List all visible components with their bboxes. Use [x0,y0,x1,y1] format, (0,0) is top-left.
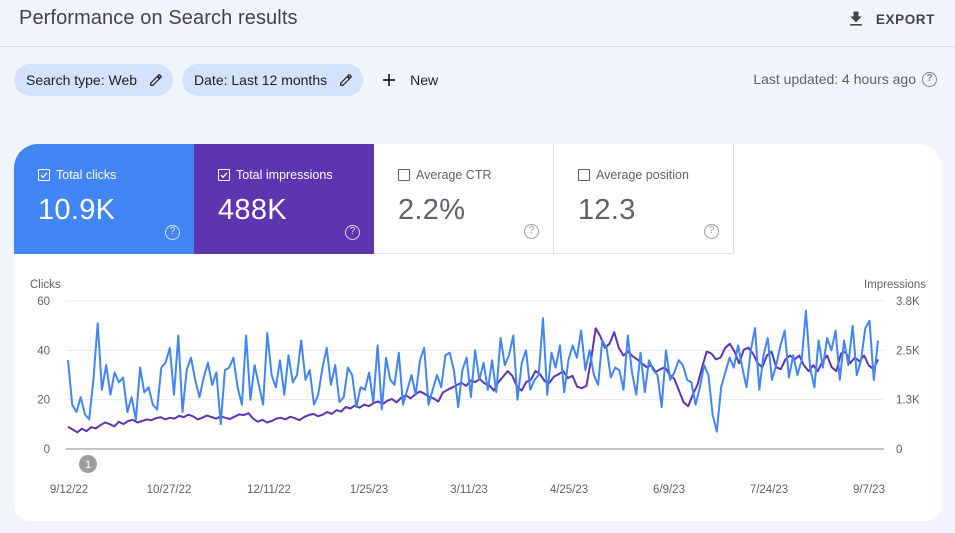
metric-label: Average position [596,168,689,182]
plus-icon [383,74,396,86]
help-icon[interactable]: ? [524,224,539,239]
new-filter-button[interactable]: New [380,71,438,89]
help-icon[interactable]: ? [704,224,719,239]
metric-label: Average CTR [416,168,492,182]
edit-icon [150,74,162,86]
x-tick-label: 10/27/22 [147,484,192,496]
checkbox-checked[interactable] [38,169,50,181]
check-icon [40,172,48,179]
metric-value: 12.3 [578,194,636,226]
right-axis-title: Impressions [864,279,926,291]
help-icon[interactable]: ? [165,225,180,240]
edit-icon [340,74,352,86]
checkbox-unchecked[interactable] [398,169,410,181]
metric-value: 488K [218,194,287,226]
help-icon[interactable]: ? [345,225,360,240]
metric-label: Total impressions [236,168,333,182]
metric-tabs: Total clicks 10.9K ? Total impressions 4… [14,144,734,254]
new-label: New [410,72,439,88]
x-tick-label: 12/11/22 [247,484,291,496]
left-tick-label: 40 [37,345,50,357]
search-type-chip[interactable]: Search type: Web [14,64,174,96]
x-tick-label: 9/7/23 [853,484,885,496]
right-tick-label: 2.5K [896,345,920,357]
checkbox-checked[interactable] [218,169,230,181]
check-icon [220,172,228,179]
series-line-clicks [67,309,879,433]
performance-card: 0 20 40 60 0 1.3K 2.5K 3.8K Clicks Impressions 9/1… [14,144,942,521]
metric-average-ctr[interactable]: Average CTR 2.2% ? [374,144,554,254]
x-tick-label: 6/9/23 [653,484,685,496]
metric-value: 2.2% [398,194,466,226]
left-axis-title: Clicks [30,279,61,291]
chip-label: Search type: Web [26,72,138,88]
right-tick-label: 1.3K [896,395,920,407]
page-header: Performance on Search results EXPORT [0,0,955,47]
help-icon[interactable]: ? [922,71,937,87]
last-updated: Last updated: 4 hours ago ? [753,71,937,87]
x-tick-label: 9/12/22 [50,484,88,496]
annotation-label: 1 [85,459,91,471]
left-tick-label: 0 [44,444,50,456]
left-tick-label: 60 [37,296,50,308]
page-title: Performance on Search results [19,7,298,29]
last-updated-text: Last updated: 4 hours ago [753,71,916,87]
metric-total-clicks[interactable]: Total clicks 10.9K ? [14,144,194,254]
right-tick-label: 3.8K [896,296,920,308]
x-tick-label: 1/25/23 [350,484,388,496]
metric-average-position[interactable]: Average position 12.3 ? [554,144,734,254]
date-chip[interactable]: Date: Last 12 months [182,64,364,96]
x-tick-label: 4/25/23 [550,484,588,496]
download-icon [850,11,862,26]
metric-total-impressions[interactable]: Total impressions 488K ? [194,144,374,254]
right-tick-label: 0 [896,444,902,456]
x-tick-label: 7/24/23 [750,484,788,496]
export-label: EXPORT [875,11,935,27]
metric-label: Total clicks [56,168,117,182]
x-tick-label: 3/11/23 [450,484,488,496]
export-button[interactable]: EXPORT [846,9,935,29]
checkbox-unchecked[interactable] [578,169,590,181]
left-tick-label: 20 [37,395,50,407]
chip-label: Date: Last 12 months [194,72,328,88]
metric-value: 10.9K [38,194,116,226]
filter-bar: Search type: Web Date: Last 12 months Ne… [14,64,438,96]
